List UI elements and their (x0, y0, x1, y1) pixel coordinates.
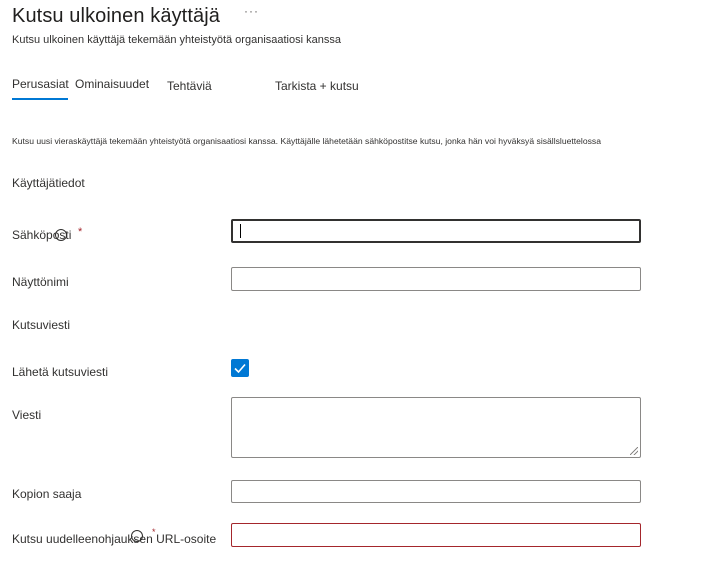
info-icon[interactable] (55, 229, 67, 241)
section-invitation: Kutsuviesti (12, 318, 71, 332)
required-asterisk: * (78, 226, 83, 238)
section-user-info: Käyttäjätiedot (12, 176, 85, 190)
redirect-url-label: Kutsu uudelleenohjauksen URL-osoite (12, 532, 217, 546)
message-label: Viesti (12, 408, 42, 422)
email-field[interactable] (231, 219, 641, 243)
message-textarea[interactable] (231, 397, 641, 458)
page-subtitle: Kutsu ulkoinen käyttäjä tekemään yhteist… (12, 34, 341, 46)
send-invite-label: Lähetä kutsuviesti (12, 365, 109, 379)
tab-tasks[interactable]: Tehtäviä (167, 79, 212, 93)
tab-active-indicator (12, 98, 68, 100)
page-title: Kutsu ulkoinen käyttäjä (12, 5, 220, 27)
tab-basics[interactable]: Perusasiat (12, 77, 69, 91)
display-name-field[interactable] (231, 267, 641, 291)
redirect-url-field[interactable] (231, 523, 641, 547)
intro-text: Kutsu uusi vieraskäyttäjä tekemään yhtei… (12, 136, 601, 146)
tab-properties[interactable]: Ominaisuudet (75, 77, 149, 91)
required-asterisk: * (152, 527, 156, 537)
info-icon[interactable] (131, 530, 143, 542)
display-name-label: Näyttönimi (12, 275, 69, 289)
cc-field[interactable] (231, 480, 641, 503)
resize-grip-icon[interactable] (630, 447, 638, 455)
more-options-button[interactable]: ··· (244, 4, 259, 18)
send-invite-checkbox[interactable] (231, 359, 249, 377)
checkmark-icon (234, 363, 246, 374)
text-caret (240, 224, 241, 238)
cc-label: Kopion saaja (12, 487, 82, 501)
tab-review-invite[interactable]: Tarkista + kutsu (275, 79, 359, 93)
